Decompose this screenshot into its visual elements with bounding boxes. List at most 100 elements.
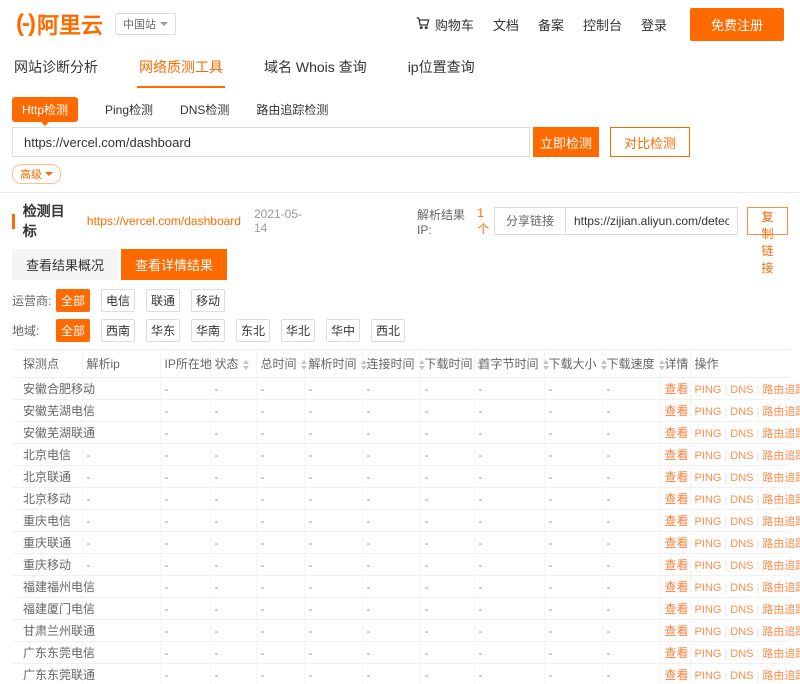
action-link-dns[interactable]: DNS bbox=[730, 582, 753, 594]
filter-option-全部[interactable]: 全部 bbox=[56, 289, 90, 312]
action-link-ping[interactable]: PING bbox=[695, 582, 722, 594]
view-detail-link[interactable]: 查看 bbox=[665, 602, 689, 616]
action-link-dns[interactable]: DNS bbox=[730, 428, 753, 440]
action-link-dns[interactable]: DNS bbox=[730, 604, 753, 616]
action-link-ping[interactable]: PING bbox=[695, 648, 722, 660]
action-link-dns[interactable]: DNS bbox=[730, 538, 753, 550]
action-link-dns[interactable]: DNS bbox=[730, 494, 753, 506]
header-link-1[interactable]: 购物车 bbox=[415, 15, 474, 34]
action-link-dns[interactable]: DNS bbox=[730, 450, 753, 462]
action-link-ping[interactable]: PING bbox=[695, 472, 722, 484]
view-detail-link[interactable]: 查看 bbox=[665, 382, 689, 396]
advanced-toggle[interactable]: 高级 bbox=[12, 164, 61, 184]
view-detail-link[interactable]: 查看 bbox=[665, 514, 689, 528]
filter-option-华南[interactable]: 华南 bbox=[191, 319, 225, 342]
sort-icon[interactable] bbox=[243, 360, 249, 370]
detect-type-tab-3[interactable]: DNS检测 bbox=[180, 101, 229, 118]
result-tab-2[interactable]: 查看详情结果 bbox=[121, 249, 227, 280]
header-link-5[interactable]: 登录 bbox=[641, 15, 667, 34]
action-link-dns[interactable]: DNS bbox=[730, 648, 753, 660]
view-detail-link[interactable]: 查看 bbox=[665, 448, 689, 462]
col-header-4[interactable]: 状态 bbox=[210, 350, 256, 378]
filter-option-华中[interactable]: 华中 bbox=[326, 319, 360, 342]
nav-tab-3[interactable]: 域名 Whois 查询 bbox=[262, 50, 369, 88]
filter-option-西北[interactable]: 西北 bbox=[371, 319, 405, 342]
filter-option-移动[interactable]: 移动 bbox=[191, 289, 225, 312]
result-tab-1[interactable]: 查看结果概况 bbox=[12, 249, 118, 280]
action-link-路由追踪[interactable]: 路由追踪 bbox=[762, 384, 800, 396]
filter-option-华北[interactable]: 华北 bbox=[281, 319, 315, 342]
view-detail-link[interactable]: 查看 bbox=[665, 426, 689, 440]
nav-tab-1[interactable]: 网站诊断分析 bbox=[12, 50, 100, 88]
col-header-9[interactable]: 首字节时间 bbox=[474, 350, 544, 378]
detect-button[interactable]: 立即检测 bbox=[533, 127, 599, 157]
action-link-ping[interactable]: PING bbox=[695, 516, 722, 528]
action-link-ping[interactable]: PING bbox=[695, 560, 722, 572]
action-link-dns[interactable]: DNS bbox=[730, 560, 753, 572]
col-header-5[interactable]: 总时间 bbox=[256, 350, 304, 378]
col-header-7[interactable]: 连接时间 bbox=[362, 350, 420, 378]
filter-option-东北[interactable]: 东北 bbox=[236, 319, 270, 342]
detect-type-tab-2[interactable]: Ping检测 bbox=[105, 101, 153, 118]
copy-link-button[interactable]: 复制链接 bbox=[747, 207, 788, 235]
action-link-路由追踪[interactable]: 路由追踪 bbox=[762, 472, 800, 484]
detect-type-tab-4[interactable]: 路由追踪检测 bbox=[256, 101, 328, 118]
col-header-8[interactable]: 下载时间 bbox=[420, 350, 474, 378]
action-link-dns[interactable]: DNS bbox=[730, 516, 753, 528]
filter-option-全部[interactable]: 全部 bbox=[56, 319, 90, 342]
action-link-ping[interactable]: PING bbox=[695, 670, 722, 682]
share-link-input[interactable] bbox=[565, 207, 738, 235]
action-link-ping[interactable]: PING bbox=[695, 626, 722, 638]
action-link-ping[interactable]: PING bbox=[695, 450, 722, 462]
filter-option-电信[interactable]: 电信 bbox=[101, 289, 135, 312]
view-detail-link[interactable]: 查看 bbox=[665, 646, 689, 660]
header-link-3[interactable]: 备案 bbox=[538, 15, 564, 34]
compare-button[interactable]: 对比检测 bbox=[610, 127, 690, 157]
action-link-路由追踪[interactable]: 路由追踪 bbox=[762, 538, 800, 550]
header-link-2[interactable]: 文档 bbox=[493, 15, 519, 34]
action-link-路由追踪[interactable]: 路由追踪 bbox=[762, 670, 800, 682]
action-link-路由追踪[interactable]: 路由追踪 bbox=[762, 582, 800, 594]
action-link-路由追踪[interactable]: 路由追踪 bbox=[762, 648, 800, 660]
action-link-ping[interactable]: PING bbox=[695, 384, 722, 396]
action-link-ping[interactable]: PING bbox=[695, 406, 722, 418]
filter-option-联通[interactable]: 联通 bbox=[146, 289, 180, 312]
view-detail-link[interactable]: 查看 bbox=[665, 492, 689, 506]
action-link-ping[interactable]: PING bbox=[695, 538, 722, 550]
action-link-路由追踪[interactable]: 路由追踪 bbox=[762, 428, 800, 440]
action-link-路由追踪[interactable]: 路由追踪 bbox=[762, 516, 800, 528]
view-detail-link[interactable]: 查看 bbox=[665, 624, 689, 638]
view-detail-link[interactable]: 查看 bbox=[665, 668, 689, 682]
action-link-ping[interactable]: PING bbox=[695, 494, 722, 506]
action-link-路由追踪[interactable]: 路由追踪 bbox=[762, 604, 800, 616]
filter-option-西南[interactable]: 西南 bbox=[101, 319, 135, 342]
view-detail-link[interactable]: 查看 bbox=[665, 580, 689, 594]
view-detail-link[interactable]: 查看 bbox=[665, 558, 689, 572]
nav-tab-2[interactable]: 网络质测工具 bbox=[137, 50, 225, 88]
site-selector[interactable]: 中国站 bbox=[115, 13, 176, 35]
action-link-路由追踪[interactable]: 路由追踪 bbox=[762, 560, 800, 572]
detect-type-tab-1[interactable]: Http检测 bbox=[12, 97, 78, 122]
sort-icon[interactable] bbox=[301, 360, 307, 370]
filter-option-华东[interactable]: 华东 bbox=[146, 319, 180, 342]
action-link-dns[interactable]: DNS bbox=[730, 670, 753, 682]
action-link-路由追踪[interactable]: 路由追踪 bbox=[762, 406, 800, 418]
aliyun-logo[interactable]: (-) 阿里云 bbox=[16, 8, 103, 40]
action-link-ping[interactable]: PING bbox=[695, 604, 722, 616]
col-header-11[interactable]: 下载速度 bbox=[602, 350, 660, 378]
col-header-6[interactable]: 解析时间 bbox=[304, 350, 362, 378]
action-link-路由追踪[interactable]: 路由追踪 bbox=[762, 494, 800, 506]
view-detail-link[interactable]: 查看 bbox=[665, 404, 689, 418]
url-input[interactable] bbox=[12, 127, 530, 157]
nav-tab-4[interactable]: ip位置查询 bbox=[406, 50, 477, 88]
header-link-4[interactable]: 控制台 bbox=[583, 15, 622, 34]
action-link-dns[interactable]: DNS bbox=[730, 472, 753, 484]
view-detail-link[interactable]: 查看 bbox=[665, 470, 689, 484]
col-header-10[interactable]: 下载大小 bbox=[544, 350, 602, 378]
action-link-路由追踪[interactable]: 路由追踪 bbox=[762, 450, 800, 462]
action-link-dns[interactable]: DNS bbox=[730, 384, 753, 396]
register-button[interactable]: 免费注册 bbox=[690, 8, 784, 41]
view-detail-link[interactable]: 查看 bbox=[665, 536, 689, 550]
action-link-ping[interactable]: PING bbox=[695, 428, 722, 440]
action-link-路由追踪[interactable]: 路由追踪 bbox=[762, 626, 800, 638]
